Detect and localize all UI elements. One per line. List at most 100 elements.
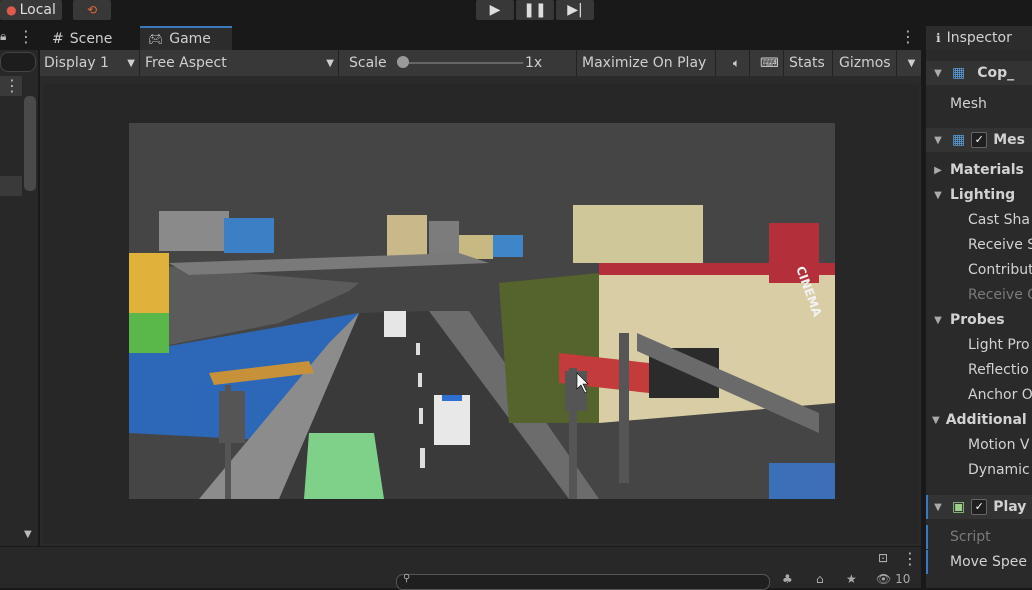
anchor-override-field[interactable]: Anchor O: [926, 383, 1032, 407]
collapse-triangle-icon[interactable]: ▼: [932, 415, 940, 426]
tab-game-label: Game: [169, 31, 211, 47]
hierarchy-search-input[interactable]: [0, 52, 36, 72]
reflection-probes-label: Reflectio: [968, 362, 1029, 378]
mesh-renderer-enabled-checkbox[interactable]: ✓: [971, 132, 988, 148]
dynamic-occlusion-label: Dynamic: [968, 462, 1030, 478]
game-render[interactable]: CINEMA: [129, 123, 835, 499]
hidden-count: 10: [895, 572, 911, 586]
collapse-triangle-icon[interactable]: ▼: [932, 190, 944, 201]
chevron-down-icon: ▼: [127, 57, 135, 69]
scale-slider[interactable]: Scale 1x: [345, 50, 577, 76]
lighting-label: Lighting: [950, 187, 1016, 203]
tab-inspector[interactable]: ℹ Inspector: [926, 26, 1032, 50]
mesh-renderer-header[interactable]: ▼ ▦ ✓ Mes: [926, 128, 1032, 152]
mesh-grid-icon: ▦: [952, 65, 966, 81]
maximize-on-play-toggle[interactable]: Maximize On Play: [578, 50, 716, 76]
hidden-packages-toggle[interactable]: 👁︎ 10: [876, 572, 910, 586]
collapse-triangle-icon[interactable]: ▼: [932, 315, 944, 326]
maximize-label: Maximize On Play: [582, 55, 707, 71]
hierarchy-scrollbar[interactable]: [24, 96, 36, 191]
play-button[interactable]: ▶: [476, 0, 514, 20]
search-icon: ⚲: [403, 573, 411, 584]
mesh-field[interactable]: Mesh: [926, 92, 1032, 116]
motion-vectors-label: Motion V: [968, 437, 1030, 453]
game-options-bar: Display 1 ▼ Free Aspect ▼ Scale 1x Maxim…: [40, 50, 921, 76]
contribute-gi-label: Contribut: [968, 262, 1032, 278]
gizmos-toggle[interactable]: Gizmos: [835, 50, 897, 76]
collapse-triangle-icon[interactable]: ▼: [932, 502, 944, 513]
object-name: Cop_: [977, 65, 1015, 81]
lock-icon[interactable]: ⊡: [878, 551, 888, 565]
display-dropdown[interactable]: Display 1 ▼: [40, 50, 140, 76]
materials-foldout[interactable]: ▶ Materials: [926, 158, 1032, 182]
shortcuts-toggle[interactable]: ⌨: [752, 50, 784, 76]
move-speed-label: Move Spee: [950, 554, 1027, 570]
inspector-tab-label: Inspector: [946, 30, 1012, 46]
step-icon: ▶|: [567, 2, 583, 18]
additional-settings-foldout[interactable]: ▼ Additional S: [926, 408, 1032, 432]
lighting-foldout[interactable]: ▼ Lighting: [926, 183, 1032, 207]
aspect-dropdown[interactable]: Free Aspect ▼: [141, 50, 339, 76]
bottom-toolbar: ⚲ ♣ ⌂ ★ 👁︎ 10: [0, 572, 921, 590]
scroll-down-icon[interactable]: ▼: [24, 529, 32, 540]
game-view-menu-icon[interactable]: ⋮: [900, 27, 916, 46]
player-script-header[interactable]: ▼ ▣ ✓ Play: [926, 495, 1032, 519]
expand-triangle-icon[interactable]: ▶: [932, 165, 944, 176]
scale-label: Scale: [349, 55, 387, 71]
dynamic-occlusion-field[interactable]: Dynamic: [926, 458, 1032, 482]
contribute-gi-field[interactable]: Contribut: [926, 258, 1032, 282]
scale-track[interactable]: [403, 62, 523, 64]
display-label: Display 1: [44, 55, 109, 71]
scale-thumb[interactable]: [397, 56, 409, 68]
cast-shadows-label: Cast Sha: [968, 212, 1030, 228]
filter-label-icon[interactable]: ⌂: [816, 572, 824, 586]
stats-toggle[interactable]: Stats: [785, 50, 833, 76]
receive-shadows-field[interactable]: Receive S: [926, 233, 1032, 257]
lock-icon[interactable]: 🔒︎: [0, 29, 6, 44]
filter-type-icon[interactable]: ♣: [782, 572, 793, 586]
tab-game[interactable]: 🎮︎ Game: [140, 26, 232, 50]
gizmos-label: Gizmos: [839, 55, 891, 71]
mesh-label: Mesh: [950, 96, 987, 112]
gizmos-dropdown[interactable]: ▼: [898, 50, 921, 76]
tab-scene[interactable]: # Scene: [44, 28, 120, 50]
gamepad-icon: 🎮︎: [148, 32, 164, 46]
receive-shadows-label: Receive S: [968, 237, 1032, 253]
collapse-triangle-icon[interactable]: ▼: [932, 135, 944, 146]
anchor-override-label: Anchor O: [968, 387, 1032, 403]
player-script-label: Play: [993, 499, 1027, 515]
reflection-probes-field[interactable]: Reflectio: [926, 358, 1032, 382]
view-tab-bar: # Scene 🎮︎ Game ⋮: [40, 26, 921, 50]
player-script-enabled-checkbox[interactable]: ✓: [971, 499, 988, 515]
receive-gi-label: Receive G: [968, 287, 1032, 303]
bottom-panel-menu-icon[interactable]: ⋮: [902, 549, 918, 568]
hierarchy-panel: 🔒︎ ⋮ ⋮ ▼: [0, 26, 38, 546]
info-icon: ℹ: [936, 31, 941, 45]
hierarchy-selected-row[interactable]: [0, 176, 22, 196]
probes-foldout[interactable]: ▼ Probes: [926, 308, 1032, 332]
hierarchy-options-icon[interactable]: ⋮: [4, 76, 20, 95]
step-button[interactable]: ▶|: [556, 0, 594, 20]
mesh-filter-header[interactable]: ▼ ▦ Cop_: [926, 61, 1032, 85]
collab-button[interactable]: ⟲: [73, 0, 111, 20]
light-probes-field[interactable]: Light Pro: [926, 333, 1032, 357]
main-toolbar: ● Local ⟲ ▶ ❚❚ ▶|: [0, 0, 1032, 26]
pause-button[interactable]: ❚❚: [516, 0, 554, 20]
cloud-icon: ●: [6, 3, 17, 17]
hierarchy-menu-icon[interactable]: ⋮: [18, 27, 34, 46]
stats-label: Stats: [789, 55, 825, 71]
play-icon: ▶: [489, 2, 501, 18]
script-field: Script: [926, 525, 1032, 549]
collapse-triangle-icon[interactable]: ▼: [932, 68, 944, 79]
move-speed-field[interactable]: Move Spee: [926, 550, 1032, 574]
collab-icon: ⟲: [86, 3, 98, 17]
cast-shadows-field[interactable]: Cast Sha: [926, 208, 1032, 232]
hierarchy-add-button[interactable]: ⋮: [0, 76, 22, 96]
mesh-renderer-label: Mes: [993, 132, 1025, 148]
account-button[interactable]: ● Local: [0, 0, 62, 20]
mute-audio-toggle[interactable]: 🔈︎: [720, 50, 750, 76]
motion-vectors-field[interactable]: Motion V: [926, 433, 1032, 457]
hierarchy-tab[interactable]: 🔒︎ ⋮: [0, 26, 38, 50]
favorite-star-icon[interactable]: ★: [846, 572, 857, 586]
light-probes-label: Light Pro: [968, 337, 1030, 353]
